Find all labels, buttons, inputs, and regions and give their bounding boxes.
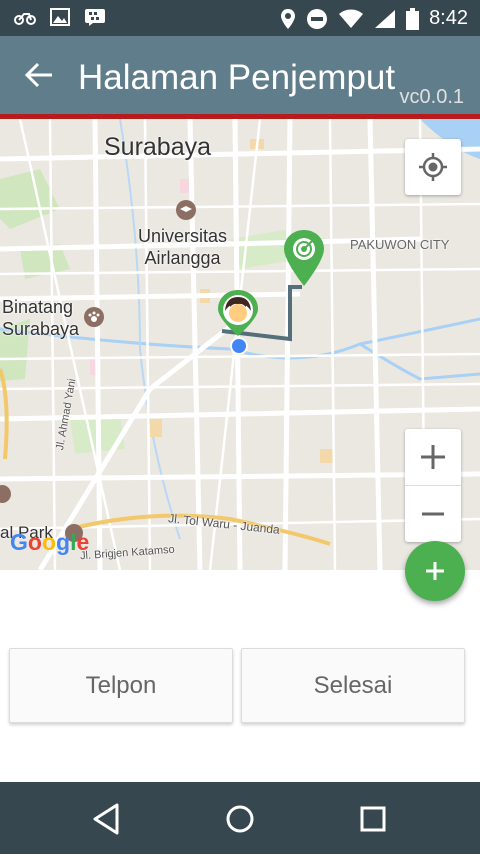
system-nav-bar [0,782,480,854]
minus-icon [422,512,444,516]
call-button[interactable]: Telpon [9,648,233,723]
system-icons: 8:42 [280,7,468,30]
map-label-pakuwon: PAKUWON CITY [350,237,450,252]
plus-icon [426,562,444,580]
image-icon [50,8,70,26]
motorbike-icon [14,13,36,25]
arrow-back-icon[interactable] [24,62,54,88]
home-circle-icon[interactable] [220,802,260,836]
driver-marker-icon[interactable] [216,289,260,337]
status-bar: 8:42 [0,0,480,36]
app-bar: Halaman Penjemput vc0.0.1 [0,36,480,114]
destination-marker-icon[interactable] [282,229,326,287]
my-location-icon [419,153,447,181]
zoom-out-button[interactable] [405,486,461,542]
current-location-dot [230,337,248,355]
map-label-city: Surabaya [104,133,212,161]
my-location-button[interactable] [405,139,461,195]
recents-square-icon[interactable] [353,802,393,836]
do-not-disturb-icon [307,8,328,29]
zoom-in-button[interactable] [405,429,461,486]
notification-icons [14,8,106,26]
finish-button[interactable]: Selesai [241,648,465,723]
google-logo: Google [10,529,90,555]
plus-icon [421,445,445,469]
map-label-zoo: Binatang Surabaya [2,297,80,339]
page-title: Halaman Penjemput [78,58,396,97]
zoom-controls [405,429,461,542]
clock: 8:42 [429,7,468,29]
zoo-icon [84,307,104,327]
add-fab-button[interactable] [405,541,465,601]
university-icon [176,200,196,220]
location-icon [281,8,296,29]
version-label: vc0.0.1 [399,86,464,108]
battery-icon [406,7,420,30]
signal-icon [375,9,396,28]
back-triangle-icon[interactable] [86,802,126,836]
map-view[interactable]: Surabaya Universitas Airlangga PAKUWON CI… [0,119,480,570]
map-label-university: Universitas Airlangga [138,226,228,268]
wifi-icon [339,9,364,28]
poi-edge-icon [0,485,11,503]
bbm-icon [85,9,105,26]
